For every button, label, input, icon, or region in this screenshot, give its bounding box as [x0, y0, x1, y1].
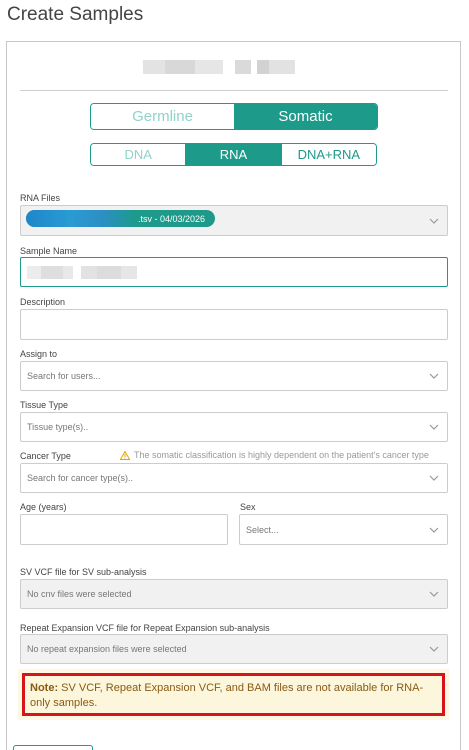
chevron-down-icon	[429, 218, 439, 224]
rna-files-label: RNA Files	[20, 193, 61, 203]
description-label: Description	[20, 297, 66, 307]
rna-only-note: Note: SV VCF, Repeat Expansion VCF, and …	[22, 673, 445, 716]
sex-label: Sex	[240, 502, 256, 512]
rna-file-chip-label: .tsv - 04/03/2026	[138, 213, 206, 224]
sample-name-label: Sample Name	[20, 246, 78, 256]
sample-name-input[interactable]	[20, 257, 448, 287]
rna-option[interactable]: RNA	[185, 144, 281, 165]
somatic-option[interactable]: Somatic	[234, 104, 377, 129]
chevron-down-icon	[429, 475, 439, 481]
note-text: SV VCF, Repeat Expansion VCF, and BAM fi…	[30, 682, 424, 709]
assign-to-select[interactable]: Search for users...	[20, 361, 448, 391]
rna-file-chip[interactable]: .tsv - 04/03/2026	[26, 210, 215, 227]
redacted-filename	[26, 210, 136, 227]
chevron-down-icon	[429, 591, 439, 597]
sv-vcf-select[interactable]: No cnv files were selected	[20, 579, 448, 609]
warning-icon	[120, 450, 130, 460]
chevron-down-icon	[429, 373, 439, 379]
age-label: Age (years)	[20, 502, 67, 512]
description-input[interactable]	[20, 309, 448, 340]
sex-placeholder: Select...	[246, 524, 279, 535]
tissue-type-label: Tissue Type	[20, 400, 69, 410]
page-title: Create Samples	[7, 4, 144, 25]
redacted-project-title	[143, 60, 295, 76]
germline-option[interactable]: Germline	[91, 104, 234, 129]
sv-vcf-value: No cnv files were selected	[27, 589, 132, 599]
repeat-vcf-value: No repeat expansion files were selected	[27, 644, 187, 654]
chevron-down-icon	[429, 424, 439, 430]
chevron-down-icon	[429, 527, 439, 533]
chevron-down-icon	[429, 646, 439, 652]
repeat-vcf-label: Repeat Expansion VCF file for Repeat Exp…	[20, 623, 270, 633]
cancer-type-select[interactable]: Search for cancer type(s)..	[20, 463, 448, 493]
sv-vcf-label: SV VCF file for SV sub-analysis	[20, 567, 147, 577]
dna-rna-option[interactable]: DNA+RNA	[280, 144, 376, 165]
repeat-vcf-select[interactable]: No repeat expansion files were selected	[20, 634, 448, 664]
dna-option[interactable]: DNA	[91, 144, 186, 165]
analyte-toggle: DNA RNA DNA+RNA	[90, 143, 377, 166]
assign-to-placeholder: Search for users...	[27, 371, 101, 381]
cancer-type-warning: The somatic classification is highly dep…	[120, 450, 429, 460]
sex-select[interactable]: Select...	[239, 514, 448, 545]
age-input[interactable]	[20, 514, 228, 545]
assign-to-label: Assign to	[20, 349, 58, 359]
sample-type-toggle: Germline Somatic	[90, 103, 378, 130]
cancer-type-placeholder: Search for cancer type(s)..	[27, 473, 134, 483]
cancer-type-label: Cancer Type	[20, 451, 71, 461]
tissue-type-placeholder: Tissue type(s)..	[27, 422, 89, 432]
cancer-type-warning-text: The somatic classification is highly dep…	[134, 450, 429, 460]
bottom-button[interactable]	[13, 745, 93, 750]
note-prefix: Note:	[30, 682, 59, 694]
tissue-type-select[interactable]: Tissue type(s)..	[20, 412, 448, 442]
redacted-sample-name	[27, 265, 137, 279]
title-divider	[20, 90, 448, 91]
